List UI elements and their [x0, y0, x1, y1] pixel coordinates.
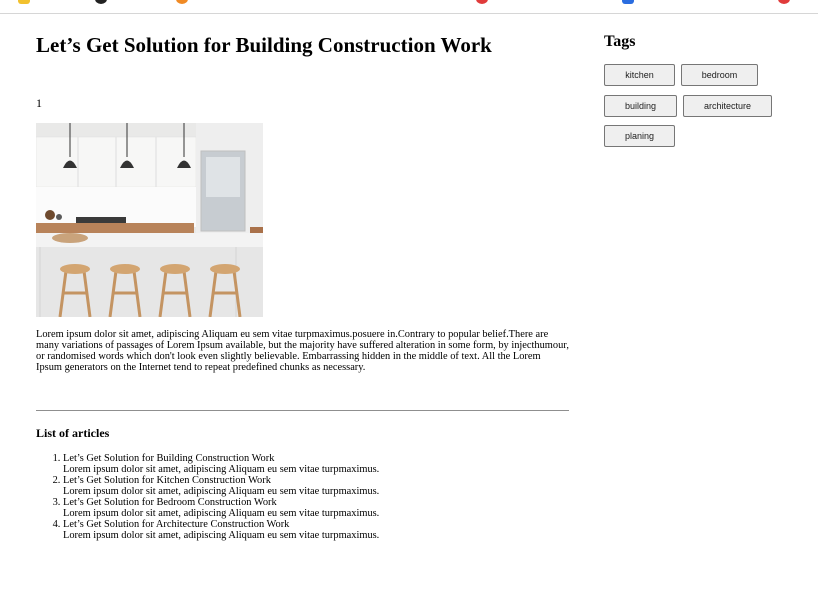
tag-button-kitchen[interactable]: kitchen [604, 64, 675, 86]
bookmark-icon[interactable] [18, 0, 30, 4]
list-item-title: Let’s Get Solution for Kitchen Construct… [63, 475, 271, 486]
article-number: 1 [36, 96, 42, 110]
page-title: Let’s Get Solution for Building Construc… [36, 33, 492, 57]
list-item-desc: Lorem ipsum dolor sit amet, adipiscing A… [63, 464, 380, 475]
tags-heading: Tags [604, 33, 636, 50]
tag-button-building[interactable]: building [604, 95, 677, 117]
article-list: Let’s Get Solution for Building Construc… [36, 453, 379, 541]
tag-button-bedroom[interactable]: bedroom [681, 64, 758, 86]
list-item: Let’s Get Solution for Architecture Cons… [63, 519, 379, 541]
tag-button-architecture[interactable]: architecture [683, 95, 772, 117]
divider [36, 410, 569, 411]
list-heading: List of articles [36, 426, 110, 440]
list-item-desc: Lorem ipsum dolor sit amet, adipiscing A… [63, 486, 380, 497]
list-item: Let’s Get Solution for Building Construc… [63, 453, 379, 475]
kitchen-photo [36, 123, 263, 317]
list-item-title: Let’s Get Solution for Building Construc… [63, 453, 275, 464]
tag-button-planing[interactable]: planing [604, 125, 675, 147]
bookmark-icon[interactable] [622, 0, 634, 4]
list-item: Let’s Get Solution for Kitchen Construct… [63, 475, 379, 497]
list-item: Let’s Get Solution for Bedroom Construct… [63, 497, 379, 519]
bookmark-icon[interactable] [176, 0, 188, 4]
list-item-desc: Lorem ipsum dolor sit amet, adipiscing A… [63, 508, 380, 519]
article-paragraph: Lorem ipsum dolor sit amet, adipiscing A… [36, 329, 569, 373]
browser-bookmarks-bar [0, 0, 818, 14]
list-item-title: Let’s Get Solution for Architecture Cons… [63, 519, 290, 530]
bookmark-icon[interactable] [778, 0, 790, 4]
bookmark-icon[interactable] [476, 0, 488, 4]
bookmark-icon[interactable] [95, 0, 107, 4]
list-item-title: Let’s Get Solution for Bedroom Construct… [63, 497, 277, 508]
list-item-desc: Lorem ipsum dolor sit amet, adipiscing A… [63, 530, 380, 541]
